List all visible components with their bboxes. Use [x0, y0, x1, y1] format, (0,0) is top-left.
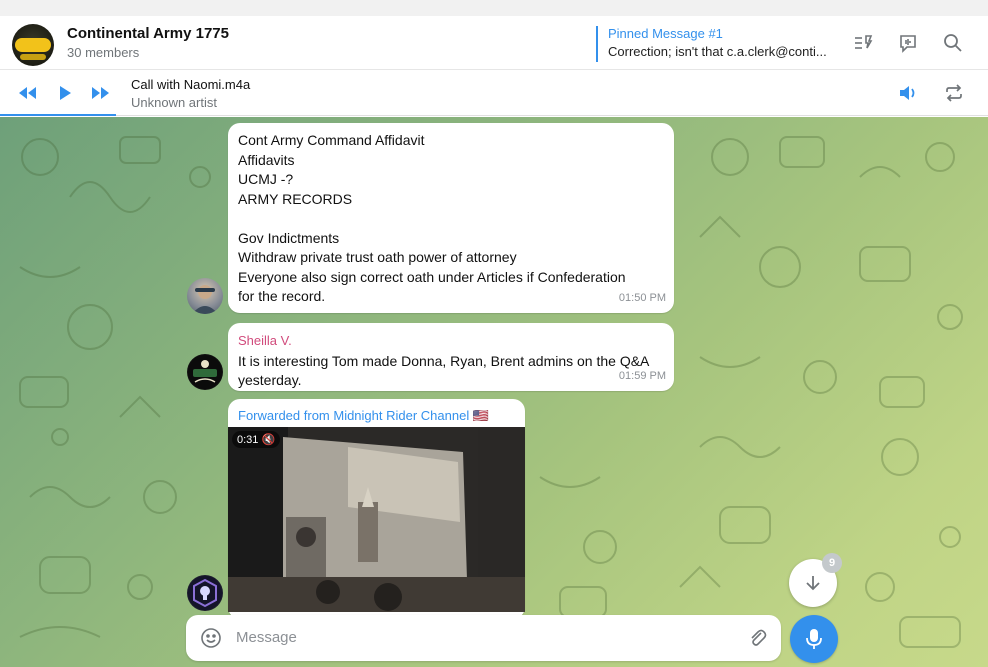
user-avatar[interactable] [187, 278, 223, 314]
message-line: Withdraw private trust oath power of att… [238, 249, 517, 265]
window-top-strip [0, 0, 988, 16]
message-composer[interactable]: Message [186, 615, 781, 661]
message-line: for the record. [238, 288, 326, 304]
chat-title[interactable]: Continental Army 1775 [67, 25, 229, 42]
pinned-title: Pinned Message #1 [608, 26, 723, 41]
track-artist: Unknown artist [131, 95, 217, 110]
member-count: 30 members [67, 45, 140, 60]
video-thumbnail[interactable]: 0:31 🔇 [228, 427, 525, 612]
message-line: Cont Army Command Affidavit [238, 132, 425, 148]
message-time: 01:59 PM [618, 369, 666, 382]
attach-icon[interactable] [746, 627, 768, 654]
search-icon[interactable] [940, 30, 966, 56]
message-bubble[interactable]: Sheilla V. It is interesting Tom made Do… [228, 323, 674, 391]
message-line: yesterday. [238, 372, 302, 388]
message-line: Everyone also sign correct oath under Ar… [238, 268, 626, 285]
message-line: Gov Indictments [238, 229, 340, 246]
rewind-icon[interactable] [16, 83, 38, 103]
message-line: ARMY RECORDS [238, 190, 353, 207]
pinned-message[interactable]: Pinned Message #1 Correction; isn't that… [596, 26, 831, 62]
message-line [238, 209, 664, 229]
voice-chat-icon[interactable] [895, 30, 921, 56]
audio-player: Call with Naomi.m4a Unknown artist [0, 70, 988, 116]
pinned-text: Correction; isn't that c.a.clerk@conti..… [608, 44, 827, 59]
volume-icon[interactable] [897, 83, 919, 103]
message-time: 01:50 PM [618, 291, 666, 304]
message-line: UCMJ -? [238, 171, 294, 187]
forwarded-from[interactable]: Forwarded from Midnight Rider Channel 🇺🇸 [238, 406, 489, 426]
microphone-icon [806, 629, 822, 649]
chat-area[interactable]: Cont Army Command Affidavit Affidavits U… [0, 117, 988, 667]
arrow-down-icon [806, 576, 820, 591]
playback-progress[interactable] [0, 114, 116, 116]
fast-forward-icon[interactable] [90, 83, 112, 103]
track-title[interactable]: Call with Naomi.m4a [131, 77, 250, 92]
message-line: It is interesting Tom made Donna, Ryan, … [238, 352, 650, 369]
play-icon[interactable] [56, 83, 74, 103]
message-input[interactable]: Message [236, 629, 297, 646]
chat-avatar[interactable] [12, 24, 54, 66]
message-sender[interactable]: Sheilla V. [238, 331, 664, 351]
emoji-icon[interactable] [200, 627, 222, 654]
video-duration-badge: 0:31 🔇 [232, 431, 281, 448]
pinned-list-icon[interactable] [850, 30, 876, 56]
voice-message-button[interactable] [790, 615, 838, 663]
repeat-icon[interactable] [943, 83, 965, 103]
unread-count-badge: 9 [822, 553, 842, 573]
chat-header: Continental Army 1775 30 members Pinned … [0, 16, 988, 70]
message-bubble[interactable]: Cont Army Command Affidavit Affidavits U… [228, 123, 674, 313]
message-line: Affidavits [238, 151, 295, 168]
channel-avatar[interactable] [187, 575, 223, 611]
user-avatar[interactable] [187, 354, 223, 390]
